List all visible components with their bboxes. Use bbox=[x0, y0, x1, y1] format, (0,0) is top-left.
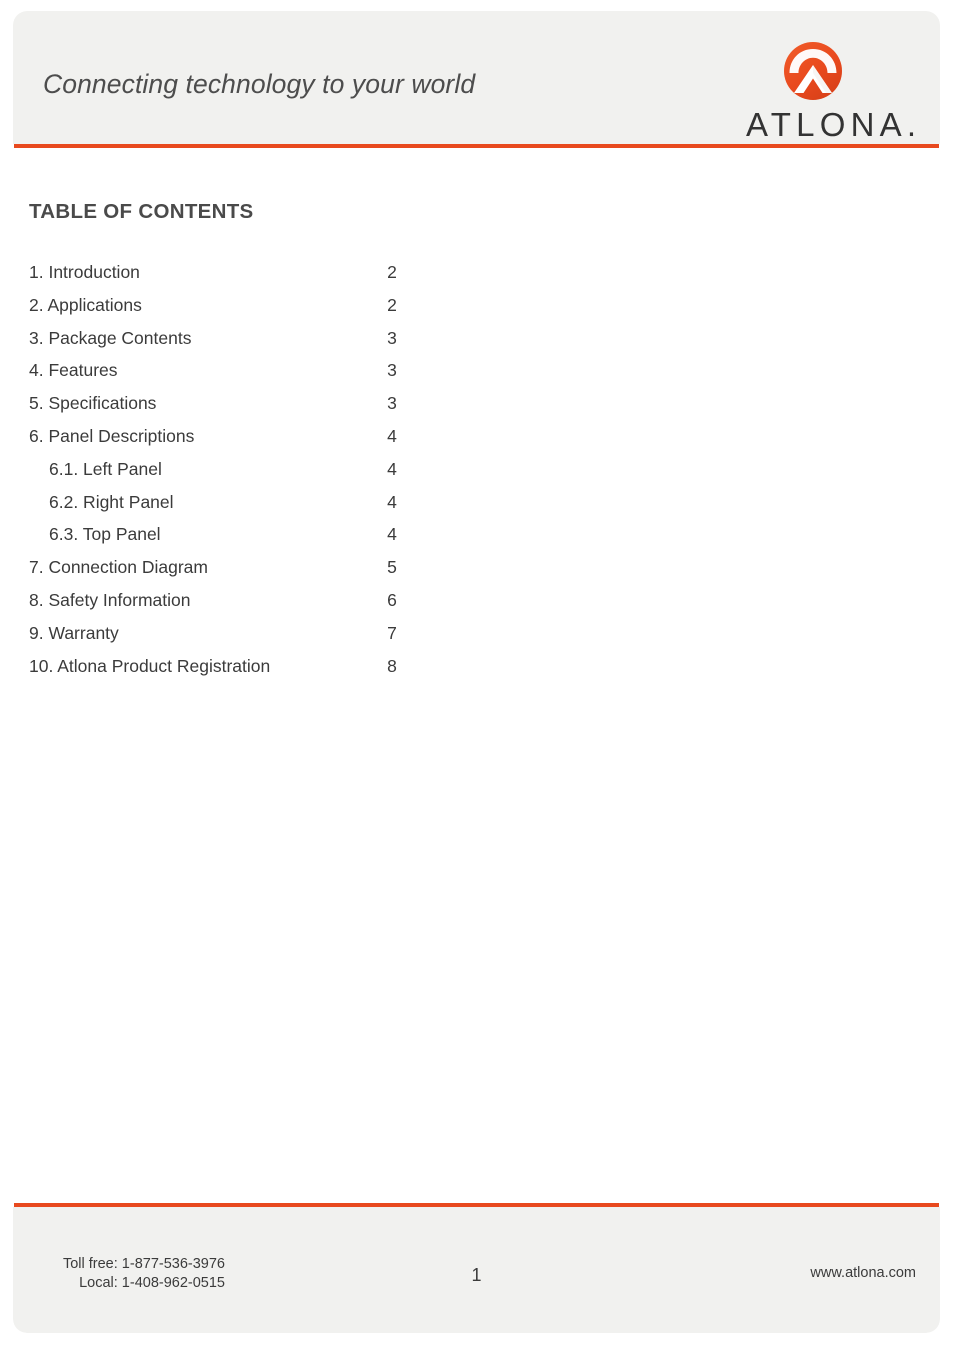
toc-entry-page-number: 4 bbox=[387, 491, 397, 512]
toc-entry[interactable]: 6.2. Right Panel 4 bbox=[13, 486, 940, 519]
toc-entry-label: 2. Applications bbox=[29, 294, 142, 315]
page-title: TABLE OF CONTENTS bbox=[29, 200, 254, 223]
toc-entry[interactable]: 6. Panel Descriptions 4 bbox=[13, 420, 940, 453]
toc-entry-page-number: 3 bbox=[387, 360, 397, 381]
page-footer: Toll free: 1-877-536-3976 Local: 1-408-9… bbox=[13, 1207, 940, 1333]
toc-entry-label: 6.3. Top Panel bbox=[49, 524, 161, 545]
table-of-contents-list: 1. Introduction 2 2. Applications 2 3. Packa… bbox=[13, 256, 940, 682]
toc-entry-page-number: 4 bbox=[387, 458, 397, 479]
toc-entry-label: 9. Warranty bbox=[29, 622, 119, 643]
toc-entry[interactable]: 1. Introduction 2 bbox=[13, 256, 940, 289]
toc-entry[interactable]: 9. Warranty 7 bbox=[13, 617, 940, 650]
toc-entry-page-number: 7 bbox=[387, 622, 397, 643]
toc-entry-label: 10. Atlona Product Registration bbox=[29, 655, 271, 676]
toc-entry[interactable]: 4. Features 3 bbox=[13, 354, 940, 387]
page-header: Connecting technology to your world ATLO… bbox=[13, 11, 940, 144]
footer-page-number: 1 bbox=[471, 1265, 482, 1285]
toc-entry[interactable]: 2. Applications 2 bbox=[13, 289, 940, 322]
toc-entry[interactable]: 7. Connection Diagram 5 bbox=[13, 551, 940, 584]
atlona-chevron-badge-icon bbox=[782, 40, 844, 102]
toc-entry-label: 6.2. Right Panel bbox=[49, 491, 174, 512]
toc-entry[interactable]: 6.3. Top Panel 4 bbox=[13, 518, 940, 551]
toc-entry[interactable]: 8. Safety Information 6 bbox=[13, 584, 940, 617]
atlona-wordmark: ATLONA. bbox=[708, 108, 916, 141]
toc-entry-label: 5. Specifications bbox=[29, 393, 157, 414]
toc-entry-page-number: 3 bbox=[387, 327, 397, 348]
toc-entry-page-number: 5 bbox=[387, 557, 397, 578]
toc-entry[interactable]: 5. Specifications 3 bbox=[13, 387, 940, 420]
toc-entry-page-number: 6 bbox=[387, 589, 397, 610]
document-page: Connecting technology to your world ATLO… bbox=[13, 11, 940, 1333]
toc-entry-label: 7. Connection Diagram bbox=[29, 557, 208, 578]
toc-entry-label: 6. Panel Descriptions bbox=[29, 425, 195, 446]
atlona-wordmark-text: ATLONA bbox=[746, 106, 907, 143]
toc-entry-page-number: 4 bbox=[387, 425, 397, 446]
atlona-wordmark-dot: . bbox=[906, 106, 916, 143]
toc-entry-page-number: 8 bbox=[387, 655, 397, 676]
footer-website: www.atlona.com bbox=[810, 1265, 916, 1281]
toc-entry[interactable]: 10. Atlona Product Registration 8 bbox=[13, 650, 940, 683]
header-tagline: Connecting technology to your world bbox=[43, 69, 476, 99]
toc-entry-page-number: 2 bbox=[387, 262, 397, 282]
toc-entry[interactable]: 3. Package Contents 3 bbox=[13, 322, 940, 355]
page-content: TABLE OF CONTENTS 1. Introduction 2 2. App… bbox=[13, 148, 940, 1203]
toc-entry-label: 3. Package Contents bbox=[29, 327, 192, 348]
toc-entry-page-number: 3 bbox=[387, 393, 397, 414]
atlona-logo: ATLONA. bbox=[708, 29, 918, 141]
toc-entry-label: 1. Introduction bbox=[29, 262, 140, 282]
toc-entry[interactable]: 6.1. Left Panel 4 bbox=[13, 453, 940, 486]
toc-entry-label: 4. Features bbox=[29, 360, 118, 381]
toc-entry-label: 8. Safety Information bbox=[29, 589, 191, 610]
toc-entry-label: 6.1. Left Panel bbox=[49, 458, 162, 479]
toc-entry-page-number: 4 bbox=[387, 524, 397, 545]
toc-entry-page-number: 2 bbox=[387, 294, 397, 315]
